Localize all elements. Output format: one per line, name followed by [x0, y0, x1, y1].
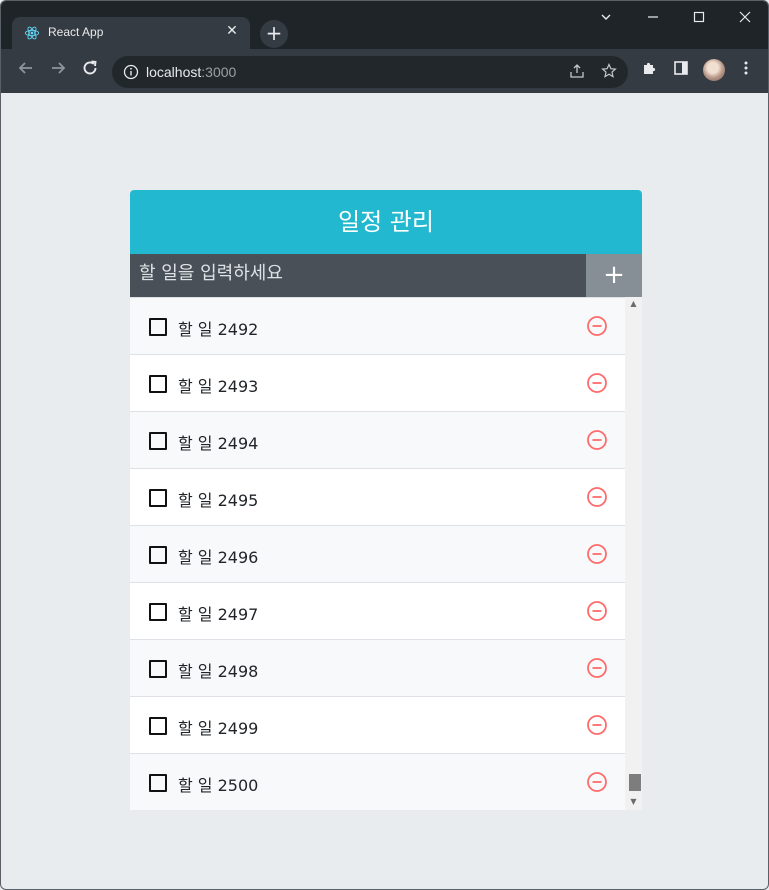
- todo-list-viewport: 할 일 2492 할 일 2493 할 일 2494 할 일 2495 할 일 …: [130, 297, 642, 810]
- scrollbar-thumb[interactable]: [629, 774, 641, 791]
- address-bar[interactable]: localhost:3000: [112, 56, 628, 88]
- tab-title: React App: [48, 25, 104, 39]
- todo-text: 할 일 2497: [178, 605, 259, 624]
- url-host: localhost: [146, 64, 202, 80]
- todo-item: 할 일 2495: [130, 468, 625, 525]
- todo-text: 할 일 2495: [178, 491, 259, 510]
- todo-text: 할 일 2498: [178, 662, 259, 681]
- minimize-icon[interactable]: [643, 9, 663, 29]
- back-icon[interactable]: [14, 59, 38, 83]
- tab-search-chevron-icon[interactable]: [596, 9, 616, 29]
- checkbox-blank-icon[interactable]: [149, 546, 167, 564]
- checkbox-blank-icon[interactable]: [149, 432, 167, 450]
- minus-circle-icon[interactable]: [586, 429, 608, 451]
- tab-react-app[interactable]: React App ✕: [12, 17, 250, 49]
- todo-text: 할 일 2493: [178, 377, 259, 396]
- todo-item: 할 일 2496: [130, 525, 625, 582]
- add-todo-button[interactable]: +: [586, 254, 642, 297]
- minus-circle-icon[interactable]: [586, 771, 608, 793]
- minus-circle-icon[interactable]: [586, 372, 608, 394]
- share-icon[interactable]: [568, 63, 586, 81]
- browser-toolbar: localhost:3000: [1, 49, 768, 93]
- profile-avatar[interactable]: [703, 59, 725, 81]
- todo-item: 할 일 2492: [130, 297, 625, 354]
- todo-text: 할 일 2500: [178, 776, 259, 795]
- more-menu-icon[interactable]: [736, 60, 756, 80]
- tab-bar: React App ✕ +: [1, 1, 768, 49]
- todo-insert-form: +: [130, 254, 642, 297]
- scroll-down-arrow-icon[interactable]: ▼: [625, 796, 642, 808]
- todo-item: 할 일 2498: [130, 639, 625, 696]
- todo-text: 할 일 2492: [178, 320, 259, 339]
- checkbox-blank-icon[interactable]: [149, 717, 167, 735]
- todo-text: 할 일 2499: [178, 719, 259, 738]
- todo-text: 할 일 2494: [178, 434, 259, 453]
- minus-circle-icon[interactable]: [586, 486, 608, 508]
- site-info-icon[interactable]: [122, 63, 140, 81]
- todo-item: 할 일 2493: [130, 354, 625, 411]
- bookmark-star-icon[interactable]: [600, 63, 618, 81]
- checkbox-blank-icon[interactable]: [149, 489, 167, 507]
- react-logo-icon: [24, 26, 40, 40]
- list-scrollbar[interactable]: ▲ ▼: [625, 297, 642, 810]
- minus-circle-icon[interactable]: [586, 714, 608, 736]
- checkbox-blank-icon[interactable]: [149, 660, 167, 678]
- app-title: 일정 관리: [130, 190, 642, 254]
- browser-window: React App ✕ + localhost:3000 일정 관리 할 일을 …: [0, 0, 769, 890]
- todo-item: 할 일 2494: [130, 411, 625, 468]
- todo-item: 할 일 2499: [130, 696, 625, 753]
- tab-close-icon[interactable]: ✕: [224, 23, 240, 39]
- extensions-puzzle-icon[interactable]: [639, 60, 659, 80]
- url-text[interactable]: localhost:3000: [146, 64, 236, 80]
- scroll-up-arrow-icon[interactable]: ▲: [625, 298, 642, 310]
- forward-icon[interactable]: [46, 59, 70, 83]
- todo-text: 할 일 2496: [178, 548, 259, 567]
- minus-circle-icon[interactable]: [586, 657, 608, 679]
- todo-item: 할 일 2500: [130, 753, 625, 810]
- checkbox-blank-icon[interactable]: [149, 603, 167, 621]
- todo-item: 할 일 2497: [130, 582, 625, 639]
- minus-circle-icon[interactable]: [586, 600, 608, 622]
- todo-template: 일정 관리 + 할 일 2492 할 일 2493 할 일 2494: [130, 190, 642, 810]
- new-tab-button[interactable]: +: [260, 20, 288, 48]
- close-window-icon[interactable]: [735, 9, 755, 29]
- url-port: :3000: [201, 64, 237, 80]
- minus-circle-icon[interactable]: [586, 543, 608, 565]
- checkbox-blank-icon[interactable]: [149, 318, 167, 336]
- minus-circle-icon[interactable]: [586, 315, 608, 337]
- maximize-icon[interactable]: [689, 9, 709, 29]
- checkbox-blank-icon[interactable]: [149, 375, 167, 393]
- side-panel-icon[interactable]: [671, 60, 691, 80]
- todo-list: 할 일 2492 할 일 2493 할 일 2494 할 일 2495 할 일 …: [130, 297, 625, 810]
- checkbox-blank-icon[interactable]: [149, 774, 167, 792]
- todo-input[interactable]: [130, 254, 586, 297]
- reload-icon[interactable]: [78, 59, 102, 83]
